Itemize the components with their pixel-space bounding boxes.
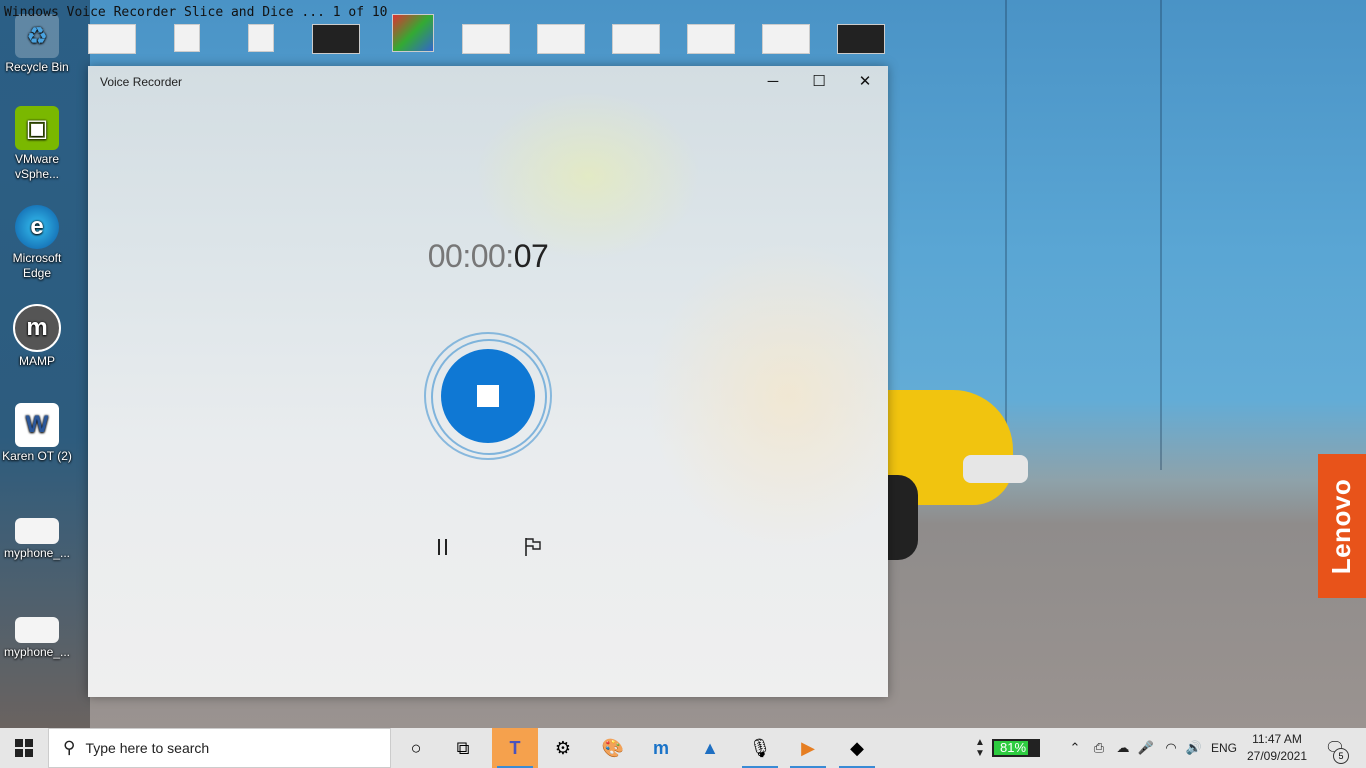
pause-button[interactable] [428, 532, 458, 562]
chevron-up-icon: ⌃ [1069, 740, 1081, 755]
windows-logo-icon [15, 739, 33, 757]
app-icon: ◆ [850, 737, 864, 758]
clock-date: 27/09/2021 [1246, 749, 1308, 763]
photos-icon: ▲ [701, 737, 719, 758]
wifi-icon: ◠ [1165, 740, 1177, 755]
wall-seam [1160, 0, 1162, 470]
mamp-icon: m [13, 304, 61, 352]
cortana-icon: ○ [410, 737, 422, 758]
show-hidden-icons-button[interactable]: ⌃ [1064, 728, 1086, 768]
tray-meet-now[interactable]: ⎙ [1088, 728, 1110, 768]
desktop-app-icon[interactable] [392, 14, 434, 52]
desktop-thumbnail[interactable] [312, 24, 360, 54]
desktop-icon-recycle-bin[interactable]: ♻ Recycle Bin [1, 14, 73, 75]
taskbar-app-photos[interactable]: ▲ [687, 728, 733, 768]
flag-icon [525, 538, 541, 556]
maximize-icon: ☐ [812, 73, 826, 90]
voice-recorder-window: Voice Recorder ─ ☐ ✕ 00:00:07 [88, 66, 888, 697]
image-file-icon [15, 518, 59, 544]
minimize-button[interactable]: ─ [750, 66, 796, 96]
taskbar-search-box[interactable]: ⚲ [48, 728, 391, 768]
taskbar-app-settings[interactable]: ⚙ [540, 728, 586, 768]
pause-icon [438, 539, 447, 555]
taskbar-clock[interactable]: 11:47 AM 27/09/2021 [1244, 731, 1310, 765]
cloud-icon: ☁ [1116, 740, 1130, 755]
chevron-down-icon: ▼ [975, 748, 985, 759]
overlay-title: Windows Voice Recorder Slice and Dice ..… [4, 5, 388, 20]
mamp-icon: m [652, 737, 669, 758]
add-marker-button[interactable] [518, 532, 548, 562]
tray-onedrive[interactable]: ☁ [1112, 728, 1134, 768]
clock-time: 11:47 AM [1252, 732, 1302, 746]
desktop-thumbnail[interactable] [837, 24, 885, 54]
timer-prefix: 00:00: [427, 238, 514, 274]
media-player-icon: ▶ [801, 737, 815, 758]
battery-percent: 81% [1000, 740, 1027, 755]
cortana-button[interactable]: ○ [393, 728, 439, 768]
task-view-icon: ⧉ [456, 737, 470, 758]
chevron-up-icon: ▲ [975, 737, 985, 748]
microphone-icon: 🎙 [748, 737, 772, 758]
tray-network[interactable]: ◠ [1160, 728, 1182, 768]
timer-seconds: 07 [513, 238, 549, 274]
tray-microphone[interactable]: 🎤 [1136, 728, 1156, 768]
taskbar-app-other[interactable]: ◆ [834, 728, 880, 768]
stop-recording-button[interactable] [441, 349, 535, 443]
desktop-icon-vmware[interactable]: ▣ VMware vSphe... [1, 106, 73, 182]
desktop-thumbnail[interactable] [687, 24, 735, 54]
desktop-thumbnail[interactable] [762, 24, 810, 54]
taskbar-app-media[interactable]: ▶ [785, 728, 831, 768]
close-icon: ✕ [858, 73, 872, 90]
window-title: Voice Recorder [100, 75, 183, 89]
camera-icon: ⎙ [1093, 740, 1105, 755]
battery-indicator[interactable]: 81% [992, 739, 1040, 757]
search-input[interactable] [83, 739, 368, 757]
tray-scroll-arrows[interactable]: ▲ ▼ [970, 728, 990, 768]
taskbar-app-voice-recorder[interactable]: 🎙 [737, 728, 783, 768]
stop-icon [477, 385, 499, 407]
recording-timer: 00:00:07 [88, 238, 888, 275]
close-button[interactable]: ✕ [842, 66, 888, 96]
task-view-button[interactable]: ⧉ [440, 728, 486, 768]
desktop-icon-word-doc[interactable]: W Karen OT (2) [1, 403, 73, 464]
paint-palette-icon: 🎨 [601, 737, 625, 758]
desktop-icon-edge[interactable]: e Microsoft Edge [1, 205, 73, 281]
desktop-thumbnail[interactable] [174, 24, 200, 52]
desktop-thumbnail[interactable] [612, 24, 660, 54]
gear-icon: ⚙ [554, 737, 572, 758]
maximize-button[interactable]: ☐ [796, 66, 842, 96]
taskbar-app-teams[interactable]: T [492, 728, 538, 768]
edge-icon: e [15, 205, 59, 249]
notification-count-badge: 5 [1333, 748, 1349, 764]
desktop-icon-image-file[interactable]: myphone_... [1, 617, 73, 660]
desktop-thumbnail[interactable] [248, 24, 274, 52]
search-icon: ⚲ [63, 738, 76, 757]
teams-icon: T [509, 737, 521, 758]
word-icon: W [15, 403, 59, 447]
recycle-bin-icon: ♻ [15, 14, 59, 58]
tray-language[interactable]: ENG [1208, 728, 1240, 768]
minimize-icon: ─ [767, 72, 779, 90]
speaker-icon: 🔊 [1185, 740, 1203, 755]
desktop-icon-mamp[interactable]: m MAMP [1, 304, 73, 369]
image-file-icon [15, 617, 59, 643]
vmware-icon: ▣ [15, 106, 59, 150]
desktop-thumbnail[interactable] [537, 24, 585, 54]
microphone-icon: 🎤 [1137, 740, 1155, 755]
taskbar: ⚲ ○ ⧉ T ⚙ 🎨 m ▲ 🎙 ▶ ◆ ▲▼ 81% ⌃ ⎙ ☁ 🎤 ◠ 🔊… [0, 728, 1366, 768]
desktop-thumbnail[interactable] [462, 24, 510, 54]
desktop-thumbnail[interactable] [88, 24, 136, 54]
start-button[interactable] [0, 728, 48, 768]
tray-volume[interactable]: 🔊 [1182, 728, 1206, 768]
taskbar-app-mamp[interactable]: m [638, 728, 684, 768]
desktop-icon-image-file[interactable]: myphone_... [1, 518, 73, 561]
taskbar-app-paint[interactable]: 🎨 [590, 728, 636, 768]
lenovo-logo: Lenovo [1318, 454, 1366, 598]
wallpaper-car [888, 380, 1038, 560]
